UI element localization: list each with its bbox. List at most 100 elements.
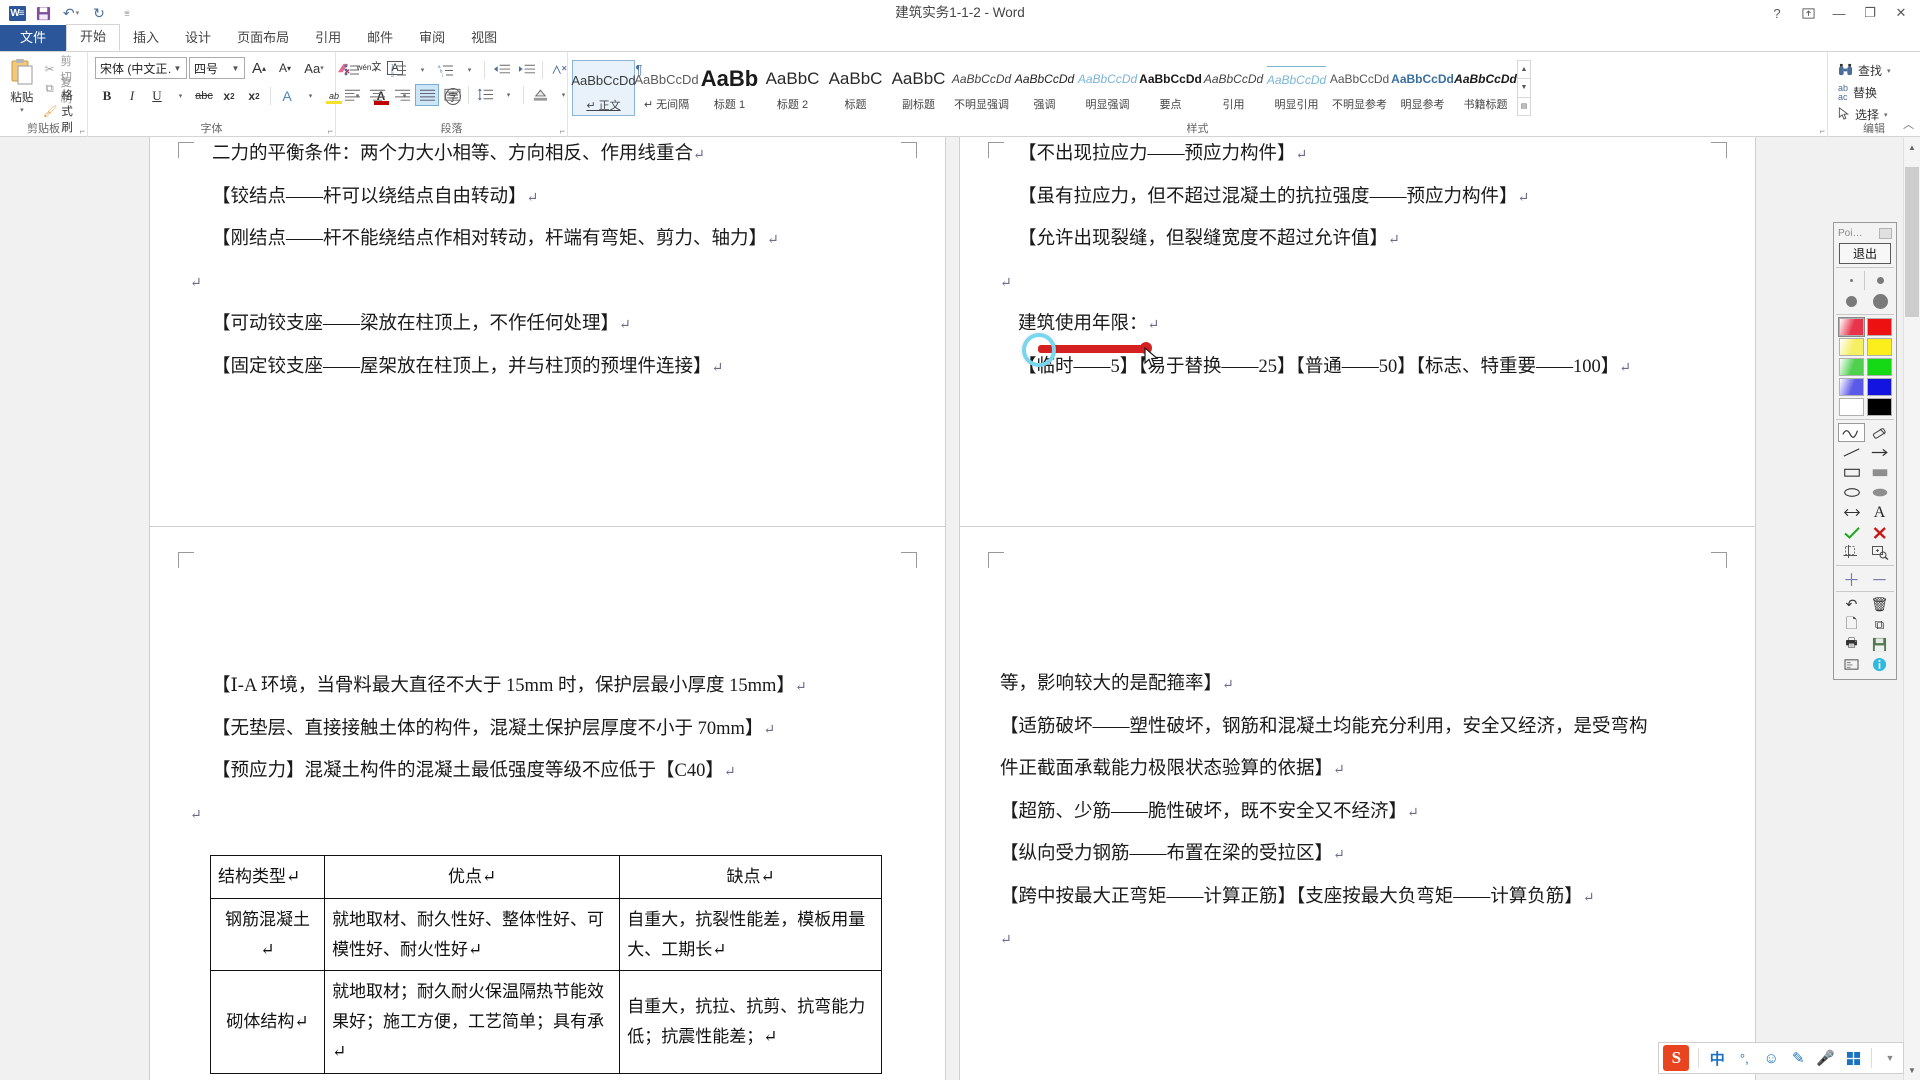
- print-icon[interactable]: 🖶: [1838, 635, 1865, 654]
- pen-size-l[interactable]: [1867, 292, 1894, 311]
- filled-rectangle-icon[interactable]: [1866, 463, 1893, 482]
- color-swatch-yellow-gradient[interactable]: [1838, 338, 1864, 356]
- style-item-13[interactable]: AaBbCcDd 明显参考: [1391, 60, 1454, 116]
- tab-6[interactable]: 邮件: [354, 26, 406, 51]
- document-canvas[interactable]: 二力的平衡条件：两个力大小相等、方向相反、作用线重合↵ 【铰结点——杆可以绕结点自…: [0, 137, 1920, 1080]
- toolbox-icon[interactable]: [1844, 1051, 1862, 1066]
- style-scroll-down[interactable]: ▼: [1518, 79, 1530, 98]
- style-item-2[interactable]: AaBb 标题 1: [698, 60, 761, 116]
- font-size-combo[interactable]: 四号 ▼: [189, 57, 245, 79]
- undo-icon[interactable]: ↶ ▾: [58, 2, 84, 24]
- smiley-icon[interactable]: ☺: [1762, 1050, 1780, 1067]
- annotation-toolbar-titlebar[interactable]: Poi…: [1836, 225, 1894, 241]
- select-button[interactable]: 选择 ▾: [1832, 104, 1897, 125]
- justify-icon[interactable]: [415, 83, 439, 106]
- underline-dropdown-arrow[interactable]: ▾: [170, 85, 191, 107]
- line-icon[interactable]: [1838, 443, 1865, 462]
- change-case-button[interactable]: Aa ▾: [299, 57, 329, 79]
- paragraph-dialog-launcher[interactable]: ⌐: [560, 126, 565, 136]
- color-swatch-yellow[interactable]: [1866, 338, 1892, 356]
- find-button[interactable]: 查找 ▾: [1832, 60, 1897, 81]
- bullet-list-icon[interactable]: [340, 59, 364, 81]
- style-scroll-up[interactable]: ▲: [1518, 61, 1530, 80]
- redo-icon[interactable]: ↻: [86, 2, 112, 24]
- page-bottom-right[interactable]: 等，影响较大的是配箍率】↵ 【适筋破坏——塑性破坏，钢筋和混凝土均能充分利用，安全…: [960, 527, 1755, 1080]
- line-spacing-dropdown-arrow[interactable]: ▾: [498, 84, 519, 106]
- screenshot-icon[interactable]: [1838, 655, 1865, 674]
- font-dialog-launcher[interactable]: ⌐: [328, 126, 333, 136]
- pen-icon[interactable]: ✎: [1789, 1049, 1807, 1067]
- shrink-font-button[interactable]: A ▾: [273, 57, 297, 79]
- style-item-8[interactable]: AaBbCcDd 明显强调: [1076, 60, 1139, 116]
- style-gallery[interactable]: AaBbCcDd ↵ 正文 AaBbCcDd ↵ 无间隔 AaBb 标题 1 AaBbC 标题…: [571, 56, 1517, 116]
- sogou-logo-icon[interactable]: S: [1663, 1045, 1690, 1071]
- font-name-combo[interactable]: 宋体 (中文正… ▼: [95, 57, 187, 79]
- color-swatch-green[interactable]: [1866, 358, 1892, 376]
- style-item-10[interactable]: AaBbCcDd 引用: [1202, 60, 1265, 116]
- checkmark-icon[interactable]: [1838, 523, 1865, 542]
- paste-dropdown-arrow[interactable]: ▾: [20, 106, 24, 114]
- tab-5[interactable]: 引用: [302, 26, 354, 51]
- style-item-0[interactable]: AaBbCcDd ↵ 正文: [571, 60, 636, 116]
- new-page-icon[interactable]: 🗋: [1838, 615, 1865, 634]
- minimize-icon[interactable]: —: [1824, 1, 1854, 25]
- grow-font-button[interactable]: A ▴: [247, 57, 271, 79]
- numbering-dropdown-arrow[interactable]: ▾: [412, 59, 433, 81]
- filled-ellipse-icon[interactable]: [1866, 483, 1893, 502]
- style-item-12[interactable]: AaBbCcDd 不明显参考: [1328, 60, 1391, 116]
- color-swatch-black[interactable]: [1866, 398, 1892, 416]
- rectangle-icon[interactable]: [1838, 463, 1865, 482]
- pen-size-s[interactable]: [1867, 271, 1894, 290]
- chevron-down-icon[interactable]: ▼: [1881, 1053, 1899, 1063]
- restore-icon[interactable]: ❐: [1855, 1, 1885, 25]
- text-effects-dropdown-arrow[interactable]: ▾: [300, 85, 321, 107]
- trash-icon[interactable]: 🗑: [1866, 595, 1893, 614]
- cross-icon[interactable]: [1866, 523, 1893, 542]
- style-item-3[interactable]: AaBbC 标题 2: [761, 60, 824, 116]
- replace-button[interactable]: ab ac 替换: [1832, 82, 1897, 103]
- style-item-14[interactable]: AaBbCcDd 书籍标题: [1454, 60, 1517, 116]
- pen-size-m[interactable]: [1838, 292, 1865, 311]
- clipboard-dialog-launcher[interactable]: ⌐: [80, 126, 85, 136]
- distribute-icon[interactable]: [440, 84, 464, 106]
- align-right-icon[interactable]: [390, 84, 414, 106]
- page-bottom-left[interactable]: 【Ⅰ-A 环境，当骨料最大直径不大于 15mm 时，保护层最小厚度 15mm】↵…: [150, 527, 945, 1080]
- style-item-5[interactable]: AaBbC 副标题: [887, 60, 950, 116]
- superscript-button[interactable]: x2: [242, 85, 266, 107]
- eraser-icon[interactable]: [1866, 423, 1893, 442]
- tab-8[interactable]: 视图: [458, 26, 510, 51]
- color-swatch-blue-gradient[interactable]: [1838, 378, 1864, 396]
- color-swatch-blue[interactable]: [1866, 378, 1892, 396]
- paste-button[interactable]: 粘贴 ▾: [4, 56, 40, 114]
- style-item-1[interactable]: AaBbCcDd ↵ 无间隔: [634, 60, 698, 116]
- save-icon[interactable]: [1866, 635, 1893, 654]
- find-dropdown-arrow[interactable]: ▾: [1887, 67, 1891, 75]
- text-effects-icon[interactable]: A: [275, 85, 299, 107]
- vertical-scrollbar[interactable]: ▲ ▼: [1903, 137, 1920, 1080]
- chevron-down-icon[interactable]: ▼: [229, 64, 242, 73]
- pen-size-xs[interactable]: [1838, 271, 1865, 290]
- chevron-down-icon[interactable]: ▼: [171, 64, 184, 73]
- annotation-exit-button[interactable]: 退出: [1839, 243, 1891, 264]
- zoom-icon[interactable]: [1866, 543, 1893, 562]
- multilevel-dropdown-arrow[interactable]: ▾: [459, 59, 480, 81]
- numbered-list-icon[interactable]: 123: [387, 59, 411, 81]
- bullet-dropdown-arrow[interactable]: ▾: [365, 59, 386, 81]
- shading-icon[interactable]: [528, 84, 552, 106]
- select-dropdown-arrow[interactable]: ▾: [1884, 111, 1888, 119]
- increase-indent-icon[interactable]: [514, 59, 538, 81]
- underline-button[interactable]: U: [145, 85, 169, 107]
- color-swatch-green-gradient[interactable]: [1838, 358, 1864, 376]
- ribbon-display-icon[interactable]: [1793, 1, 1823, 25]
- ime-toolbar[interactable]: S 中 °, ☺ ✎ 🎤 ▼: [1658, 1042, 1904, 1074]
- scroll-down-button[interactable]: ▼: [1905, 1062, 1919, 1078]
- doc-table[interactable]: 结构类型↵ 优点↵ 缺点↵ 钢筋混凝土↵ 就地取材、耐久性好、整体性好、可模性好、耐火性…: [209, 855, 882, 1074]
- ime-punctuation-button[interactable]: °,: [1735, 1051, 1753, 1066]
- tab-3[interactable]: 设计: [172, 26, 224, 51]
- collapse-ribbon-button[interactable]: ︿: [1903, 116, 1914, 132]
- subscript-button[interactable]: x2: [217, 85, 241, 107]
- crop-icon[interactable]: [1838, 543, 1865, 562]
- style-item-9[interactable]: AaBbCcDd 要点: [1139, 60, 1202, 116]
- microphone-icon[interactable]: 🎤: [1816, 1049, 1835, 1067]
- align-left-icon[interactable]: [340, 84, 364, 106]
